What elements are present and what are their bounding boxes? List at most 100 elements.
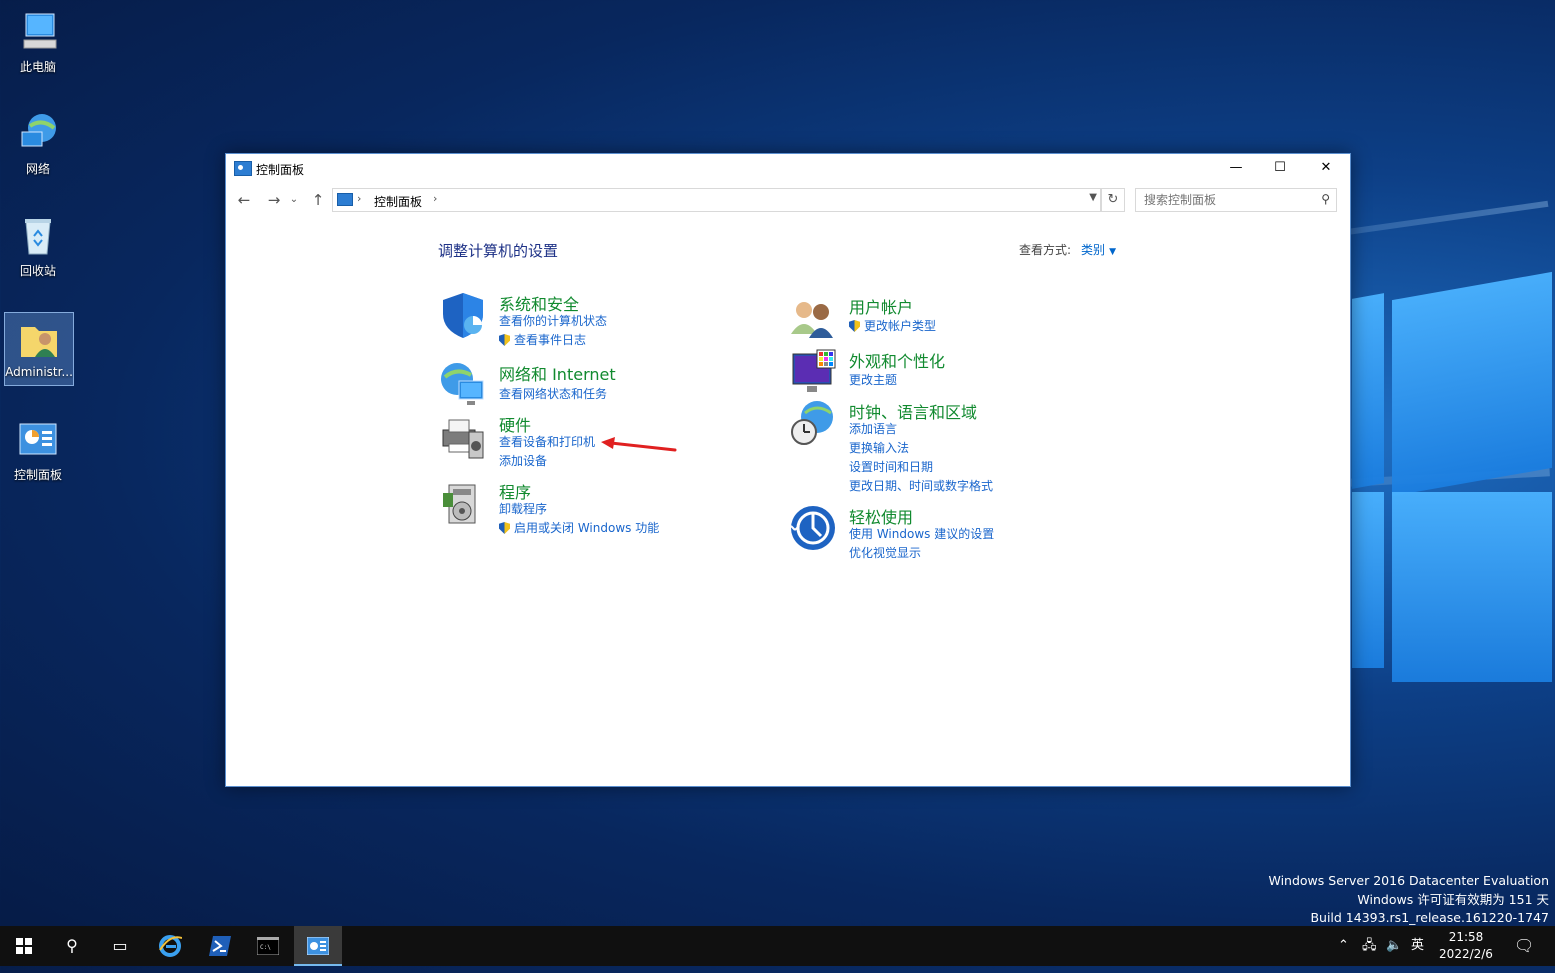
control-panel-window[interactable]: 控制面板 — ☐ ✕ ← → ⌄ ↑ › 控制面板 › ▼ ↻ ⚲ 调整计算机的… (225, 153, 1351, 787)
view-by: 查看方式: 类别 ▼ (1019, 241, 1116, 258)
address-bar[interactable]: › 控制面板 › ▼ (332, 188, 1101, 212)
desktop-icon-label: 回收站 (19, 264, 56, 278)
link-change-input-method[interactable]: 更换输入法 (849, 439, 909, 456)
view-by-dropdown[interactable]: 类别 (1081, 243, 1105, 257)
breadcrumb-separator: › (357, 192, 362, 205)
category-title[interactable]: 外观和个性化 (849, 348, 945, 372)
desktop-icon-control-panel[interactable]: 控制面板 (4, 418, 72, 483)
desktop-icon-network[interactable]: 网络 (4, 112, 72, 177)
volume-muted-icon: 🔈 (1386, 938, 1403, 953)
link-label[interactable]: 更改帐户类型 (864, 319, 936, 333)
task-view-icon: ▭ (112, 936, 128, 955)
breadcrumb-separator[interactable]: › (433, 192, 437, 205)
control-panel-icon (306, 936, 330, 956)
close-button[interactable]: ✕ (1303, 154, 1349, 182)
windows-logo-pane (1352, 293, 1384, 489)
link-recommended-settings[interactable]: 使用 Windows 建议的设置 (849, 525, 994, 542)
link-view-devices-printers[interactable]: 查看设备和打印机 (499, 433, 595, 450)
refresh-button[interactable]: ↻ (1101, 188, 1125, 212)
title-bar[interactable]: 控制面板 — ☐ ✕ (226, 154, 1350, 182)
clock-date: 2022/2/6 (1439, 947, 1493, 961)
minimize-button[interactable]: — (1213, 154, 1259, 182)
user-folder-icon (17, 317, 61, 361)
watermark-line: Windows Server 2016 Datacenter Evaluatio… (1268, 873, 1549, 888)
link-optimize-display[interactable]: 优化视觉显示 (849, 544, 921, 561)
desktop-icon-label: 网络 (25, 162, 50, 176)
input-method-indicator[interactable]: 英 (1411, 926, 1424, 966)
desktop-icon-administrator[interactable]: Administr... (4, 312, 74, 386)
up-button[interactable]: ↑ (308, 190, 328, 210)
link-view-network-status[interactable]: 查看网络状态和任务 (499, 385, 607, 402)
annotation-arrow-icon (601, 437, 677, 452)
show-hidden-icons-button[interactable]: ⌃ (1338, 926, 1349, 966)
chevron-down-icon[interactable]: ▼ (1109, 247, 1116, 257)
hardware-printer-icon[interactable] (439, 412, 487, 460)
recycle-bin-icon (16, 214, 60, 258)
address-dropdown-icon[interactable]: ▼ (1089, 192, 1097, 203)
link-uninstall-program[interactable]: 卸载程序 (499, 500, 547, 517)
os-watermark: Windows Server 2016 Datacenter Evaluatio… (1268, 872, 1549, 928)
action-center-button[interactable]: 🗨 (1514, 926, 1534, 966)
watermark-line: Windows 许可证有效期为 151 天 (1357, 891, 1549, 907)
category-title[interactable]: 网络和 Internet (499, 361, 616, 385)
link-change-account-type[interactable]: 更改帐户类型 (849, 317, 936, 334)
breadcrumb-control-panel[interactable]: 控制面板 (374, 193, 422, 210)
desktop-icon-label: 此电脑 (19, 60, 56, 74)
category-title[interactable]: 用户帐户 (849, 294, 913, 318)
user-accounts-icon[interactable] (789, 294, 837, 342)
computer-icon (16, 10, 60, 54)
recent-locations-button[interactable]: ⌄ (288, 190, 300, 210)
link-view-event-logs[interactable]: 查看事件日志 (499, 331, 586, 348)
forward-button[interactable]: → (264, 190, 284, 210)
uac-shield-icon (499, 334, 510, 346)
search-icon[interactable]: ⚲ (1321, 192, 1330, 206)
task-view-button[interactable]: ▭ (96, 926, 144, 966)
notification-icon: 🗨 (1514, 936, 1535, 955)
network-tray-button[interactable]: 🖧 (1362, 926, 1377, 966)
desktop-icon-this-pc[interactable]: 此电脑 (4, 10, 72, 75)
network-icon: 🖧 (1362, 938, 1377, 953)
address-row: ← → ⌄ ↑ › 控制面板 › ▼ ↻ ⚲ (226, 188, 1350, 214)
desktop-icon-label: 控制面板 (13, 468, 62, 482)
ie-icon (159, 935, 183, 957)
cmd-icon: C:\ (256, 936, 280, 956)
desktop-icon-label: Administr... (5, 365, 73, 379)
link-change-theme[interactable]: 更改主题 (849, 371, 897, 388)
maximize-button[interactable]: ☐ (1257, 154, 1303, 182)
programs-icon[interactable] (439, 479, 487, 527)
search-input[interactable] (1142, 192, 1311, 208)
search-button[interactable]: ⚲ (48, 926, 96, 966)
volume-tray-button[interactable]: 🔈 (1386, 926, 1402, 966)
appearance-icon[interactable] (789, 348, 837, 396)
back-button[interactable]: ← (234, 190, 254, 210)
svg-text:C:\: C:\ (260, 944, 271, 951)
window-title: 控制面板 (256, 163, 305, 177)
start-button[interactable] (0, 926, 48, 966)
ease-of-access-icon[interactable] (789, 504, 837, 552)
clock-language-icon[interactable] (789, 399, 837, 447)
ie-button[interactable] (146, 926, 194, 966)
start-icon (16, 938, 32, 954)
link-view-computer-status[interactable]: 查看你的计算机状态 (499, 312, 607, 329)
control-panel-taskbar-button[interactable] (294, 926, 342, 966)
powershell-icon (209, 936, 231, 956)
link-label[interactable]: 启用或关闭 Windows 功能 (514, 521, 659, 535)
link-set-time-date[interactable]: 设置时间和日期 (849, 458, 933, 475)
watermark-line: Build 14393.rs1_release.161220-1747 (1310, 910, 1549, 925)
link-windows-features[interactable]: 启用或关闭 Windows 功能 (499, 519, 659, 536)
control-panel-icon (337, 193, 353, 206)
system-security-shield-icon[interactable] (439, 291, 487, 339)
taskbar: ⚲ ▭ C:\ ⌃ 🖧 🔈 英 21:58 2022/2/6 🗨 (0, 926, 1555, 966)
link-label[interactable]: 查看事件日志 (514, 333, 586, 347)
control-panel-icon (16, 418, 60, 462)
link-add-language[interactable]: 添加语言 (849, 420, 897, 437)
powershell-button[interactable] (196, 926, 244, 966)
taskbar-clock[interactable]: 21:58 2022/2/6 (1430, 929, 1502, 963)
cmd-button[interactable]: C:\ (244, 926, 292, 966)
link-change-formats[interactable]: 更改日期、时间或数字格式 (849, 477, 993, 494)
desktop-icon-recycle-bin[interactable]: 回收站 (4, 214, 72, 279)
windows-logo-pane (1392, 271, 1552, 497)
link-add-device[interactable]: 添加设备 (499, 452, 547, 469)
search-box[interactable]: ⚲ (1135, 188, 1337, 212)
network-internet-icon[interactable] (439, 361, 487, 409)
